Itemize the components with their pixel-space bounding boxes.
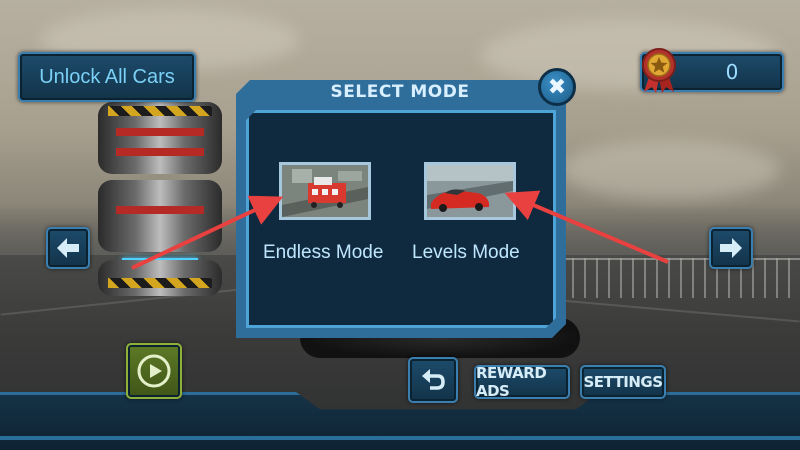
- hud-bottom-line: [0, 436, 800, 440]
- back-button[interactable]: [408, 357, 458, 403]
- arrow-left-icon: [57, 238, 79, 258]
- red-sports-car-thumbnail: [427, 165, 513, 217]
- reward-ads-button[interactable]: REWARD ADS: [474, 364, 570, 400]
- play-icon: [137, 354, 171, 388]
- previous-car-button[interactable]: [46, 227, 90, 269]
- endless-mode-label[interactable]: Endless Mode: [263, 242, 383, 264]
- levels-mode-label[interactable]: Levels Mode: [412, 242, 520, 264]
- settings-label: SETTINGS: [583, 373, 663, 391]
- fire-truck-thumbnail: [282, 165, 368, 217]
- levels-mode-thumbnail[interactable]: [424, 162, 516, 220]
- endless-mode-thumbnail[interactable]: [279, 162, 371, 220]
- dialog-title: SELECT MODE: [330, 82, 470, 102]
- next-car-button[interactable]: [709, 227, 753, 269]
- play-button[interactable]: [126, 343, 182, 399]
- score-value: 0: [725, 60, 739, 84]
- railing: [560, 258, 800, 298]
- garage-tower: [92, 102, 228, 297]
- undo-icon: [422, 369, 445, 390]
- medal-icon: [638, 46, 680, 94]
- sky-cloud: [560, 140, 780, 200]
- arrow-right-icon: [720, 238, 742, 258]
- unlock-all-cars-button[interactable]: Unlock All Cars: [18, 52, 196, 102]
- reward-ads-label: REWARD ADS: [476, 364, 547, 400]
- close-dialog-button[interactable]: ✖: [538, 68, 576, 106]
- close-icon: ✖: [547, 74, 567, 100]
- unlock-all-cars-label: Unlock All Cars: [39, 65, 175, 88]
- settings-button[interactable]: SETTINGS: [580, 365, 666, 399]
